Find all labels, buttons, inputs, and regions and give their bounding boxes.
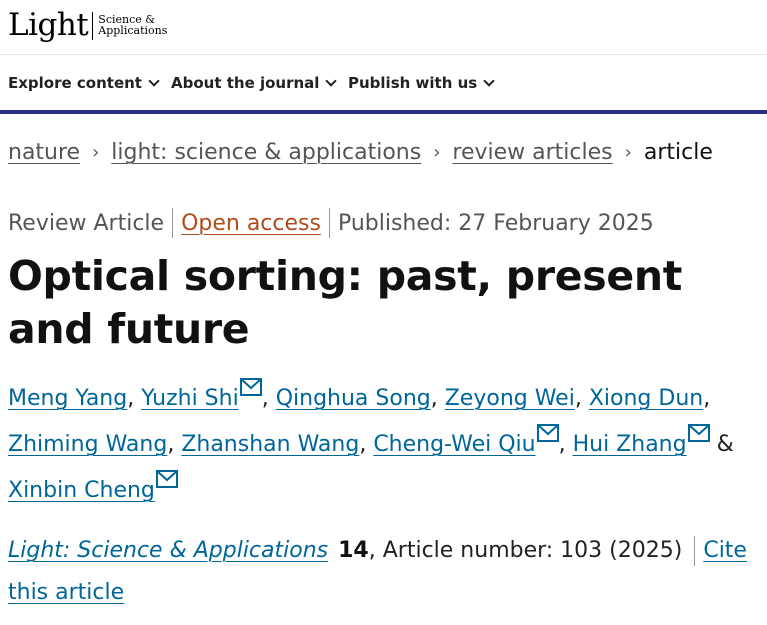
volume-number: 14 — [338, 538, 369, 563]
journal-link[interactable]: Light: Science & Applications — [8, 538, 328, 563]
author-link[interactable]: Zeyong Wei — [445, 386, 575, 411]
author-separator: , — [430, 386, 438, 411]
nav-label: Publish with us — [348, 74, 478, 92]
author-link[interactable]: Qinghua Song — [276, 386, 431, 411]
breadcrumb-review-articles[interactable]: review articles — [452, 140, 612, 165]
article-title: Optical sorting: past, present and futur… — [8, 252, 683, 353]
logo-sub-line-2: Applications — [98, 24, 168, 37]
nav-explore-content[interactable]: Explore content — [8, 74, 160, 92]
article-type: Review Article — [8, 210, 165, 236]
citation-divider — [694, 536, 696, 566]
author-link[interactable]: Xinbin Cheng — [8, 478, 155, 503]
brand-header: Light Science & Applications — [0, 0, 767, 55]
chevron-down-icon — [148, 74, 160, 87]
breadcrumb-journal[interactable]: light: science & applications — [111, 140, 421, 165]
author-separator: , — [558, 432, 566, 457]
chevron-down-icon — [483, 74, 495, 87]
citation-line: Light: Science & Applications 14, Article… — [8, 530, 753, 614]
breadcrumb-nature[interactable]: nature — [8, 140, 80, 165]
author-separator: , — [703, 386, 711, 411]
author-link[interactable]: Zhiming Wang — [8, 432, 167, 457]
nav-label: About the journal — [171, 74, 320, 92]
meta-divider — [172, 208, 174, 238]
breadcrumb-separator: › — [624, 142, 632, 163]
author-separator: , — [261, 386, 269, 411]
open-access-link[interactable]: Open access — [181, 211, 321, 236]
main-nav: Explore content About the journal Publis… — [0, 55, 767, 114]
breadcrumb-separator: › — [433, 142, 441, 163]
author-separator: , — [359, 432, 367, 457]
article-meta: Review Article Open access Published: 27… — [8, 208, 654, 238]
author-link[interactable]: Hui Zhang — [573, 432, 687, 457]
author-link[interactable]: Cheng-Wei Qiu — [373, 432, 535, 457]
author-separator: , — [167, 432, 175, 457]
email-icon[interactable] — [155, 470, 178, 488]
breadcrumb-current: article — [643, 140, 713, 165]
nav-label: Explore content — [8, 74, 142, 92]
author-link[interactable]: Yuzhi Shi — [141, 386, 238, 411]
author-link[interactable]: Xiong Dun — [589, 386, 703, 411]
logo-main: Light — [8, 7, 89, 43]
nav-publish-with-us[interactable]: Publish with us — [348, 74, 495, 92]
nav-about-journal[interactable]: About the journal — [171, 74, 338, 92]
logo-subtitle: Science & Applications — [98, 14, 167, 36]
breadcrumb-separator: › — [92, 142, 100, 163]
author-link[interactable]: Meng Yang — [8, 386, 127, 411]
meta-divider — [328, 208, 330, 238]
author-list: Meng Yang, Yuzhi Shi, Qinghua Song, Zeyo… — [8, 376, 748, 514]
email-icon[interactable] — [687, 424, 710, 442]
breadcrumb: nature › light: science & applications ›… — [8, 140, 713, 165]
published-date: Published: 27 February 2025 — [337, 210, 654, 236]
email-icon[interactable] — [239, 378, 262, 396]
journal-logo[interactable]: Light Science & Applications — [8, 6, 167, 44]
author-separator: , — [127, 386, 135, 411]
author-ampersand: & — [716, 432, 734, 457]
email-icon[interactable] — [536, 424, 559, 442]
article-number: , Article number: 103 (2025) — [368, 538, 683, 563]
chevron-down-icon — [325, 74, 338, 87]
author-separator: , — [574, 386, 582, 411]
logo-divider — [92, 12, 94, 40]
author-link[interactable]: Zhanshan Wang — [181, 432, 359, 457]
